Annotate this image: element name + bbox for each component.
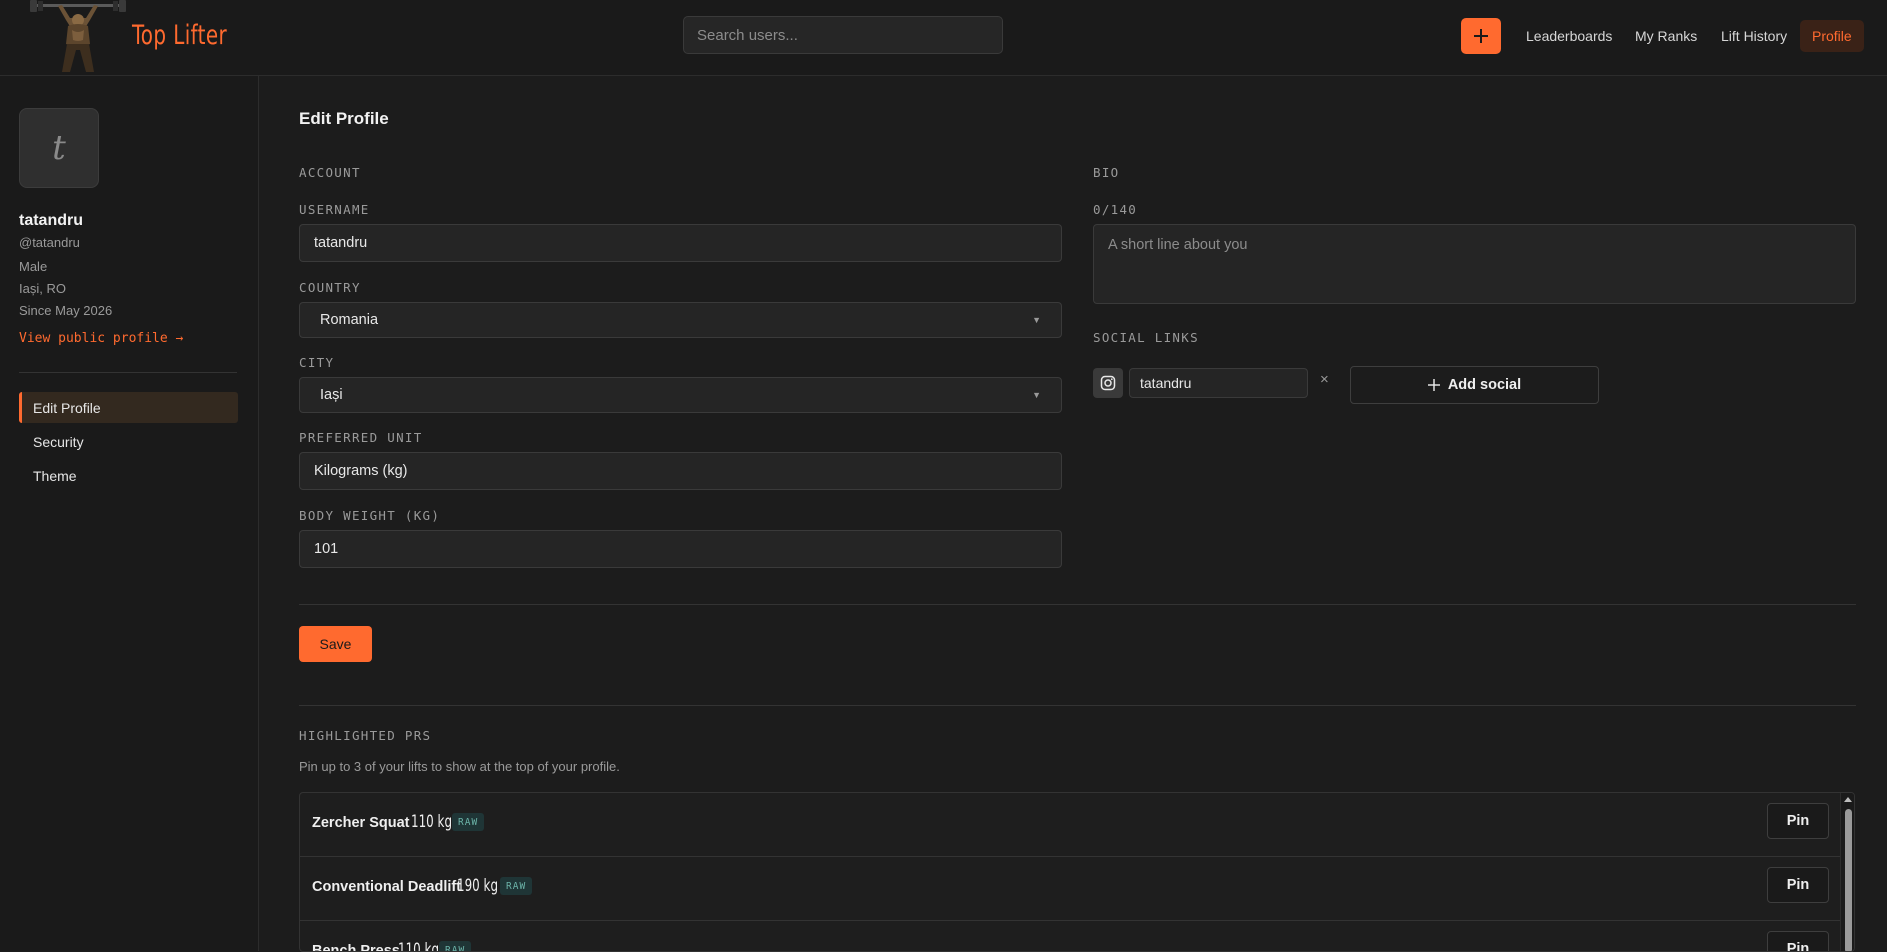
social-links-label: SOCIAL LINKS: [1093, 330, 1199, 345]
pr-weight: 110 kg: [411, 812, 453, 832]
pr-lift-name: Zercher Squat: [312, 815, 410, 831]
member-since: Since May 2026: [19, 303, 113, 318]
user-location: Iași, RO: [19, 281, 66, 296]
username-input[interactable]: tatandru: [299, 224, 1062, 262]
display-name: tatandru: [19, 212, 83, 229]
scrollbar-thumb[interactable]: [1845, 809, 1852, 951]
pr-lift-name: Conventional Deadlift: [312, 879, 462, 895]
raw-badge: RAW: [439, 941, 472, 951]
highlighted-prs-list[interactable]: Zercher Squat 110 kg RAW Pin Conventiona…: [299, 792, 1855, 952]
plus-icon: [1427, 379, 1440, 391]
sidebar-divider: [19, 372, 237, 373]
plus-icon: [1474, 29, 1488, 43]
pr-list-scrollbar[interactable]: [1840, 793, 1854, 951]
preferred-unit-select[interactable]: Kilograms (kg): [299, 452, 1062, 490]
body-weight-input[interactable]: 101: [299, 530, 1062, 568]
preferred-unit-label: PREFERRED UNIT: [299, 430, 423, 445]
city-select[interactable]: Iași ▼: [299, 377, 1062, 413]
search-users-input[interactable]: [683, 16, 1003, 54]
add-social-button[interactable]: Add social: [1350, 366, 1599, 404]
highlighted-prs-hint: Pin up to 3 of your lifts to show at the…: [299, 759, 620, 774]
user-handle: @tatandru: [19, 235, 80, 250]
page-title: Edit Profile: [299, 109, 389, 128]
highlighted-prs-label: HIGHLIGHTED PRS: [299, 728, 432, 743]
pin-button[interactable]: Pin: [1767, 931, 1829, 951]
pr-weight: 190 kg: [457, 876, 499, 896]
pr-weight: 110 kg: [398, 940, 440, 952]
username-label: USERNAME: [299, 202, 370, 217]
scroll-up-arrow-icon[interactable]: [1844, 797, 1852, 802]
edit-profile-panel: Edit Profile ACCOUNT USERNAME tatandru C…: [259, 76, 1887, 952]
bio-counter: 0/140: [1093, 202, 1138, 217]
pr-row: Conventional Deadlift 190 kg RAW Pin: [300, 857, 1840, 921]
pr-row: Zercher Squat 110 kg RAW Pin: [300, 793, 1840, 857]
raw-badge: RAW: [500, 877, 533, 895]
raw-badge: RAW: [452, 813, 485, 831]
chevron-down-icon: ▼: [1032, 315, 1041, 325]
sidebar: t tatandru @tatandru Male Iași, RO Since…: [0, 76, 259, 951]
user-gender: Male: [19, 259, 48, 274]
divider: [299, 705, 1856, 706]
add-social-label: Add social: [1447, 377, 1522, 393]
remove-social-button[interactable]: ×: [1320, 371, 1329, 388]
social-link-input[interactable]: tatandru: [1129, 368, 1308, 398]
brand-title[interactable]: Top Lifter: [132, 20, 227, 51]
avatar: t: [19, 108, 99, 188]
city-value: Iași: [320, 387, 343, 403]
view-public-profile-link[interactable]: View public profile →: [19, 331, 183, 346]
add-lift-button[interactable]: [1461, 18, 1501, 54]
sidebar-item-theme[interactable]: Theme: [19, 460, 238, 491]
top-bar: Top Lifter Leaderboards My Ranks Lift Hi…: [0, 0, 1887, 76]
save-button[interactable]: Save: [299, 626, 372, 662]
divider: [299, 604, 1856, 605]
pr-row: Bench Press 110 kg RAW Pin: [300, 921, 1840, 952]
sidebar-item-edit-profile[interactable]: Edit Profile: [19, 392, 238, 423]
bio-section-label: BIO: [1093, 165, 1120, 180]
nav-my-ranks[interactable]: My Ranks: [1623, 20, 1709, 52]
account-section-label: ACCOUNT: [299, 165, 361, 180]
country-select[interactable]: Romania ▼: [299, 302, 1062, 338]
chevron-down-icon: ▼: [1032, 390, 1041, 400]
pin-button[interactable]: Pin: [1767, 803, 1829, 839]
nav-lift-history[interactable]: Lift History: [1709, 20, 1799, 52]
instagram-icon[interactable]: [1093, 368, 1123, 398]
nav-leaderboards[interactable]: Leaderboards: [1514, 20, 1624, 52]
nav-profile[interactable]: Profile: [1800, 20, 1864, 52]
body-weight-label: BODY WEIGHT (KG): [299, 508, 441, 523]
pin-button[interactable]: Pin: [1767, 867, 1829, 903]
bio-textarea[interactable]: A short line about you: [1093, 224, 1856, 304]
weightlifter-logo-icon[interactable]: [28, 0, 128, 74]
country-label: COUNTRY: [299, 280, 361, 295]
sidebar-item-security[interactable]: Security: [19, 426, 238, 457]
country-value: Romania: [320, 312, 379, 328]
city-label: CITY: [299, 355, 335, 370]
